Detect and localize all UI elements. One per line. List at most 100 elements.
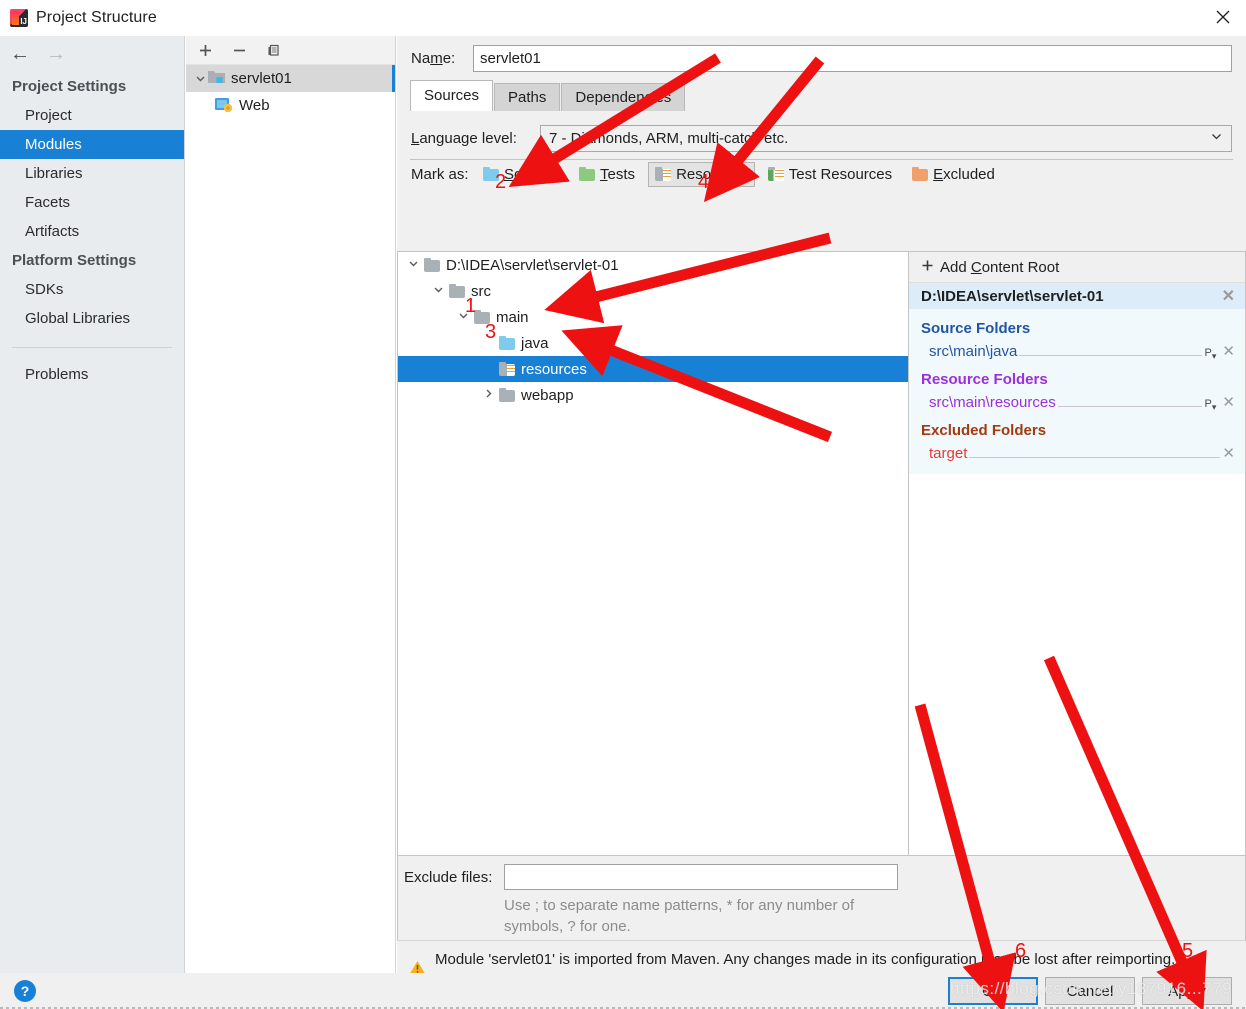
module-tree-row-servlet01[interactable]: servlet01 <box>186 65 395 92</box>
remove-module-icon[interactable] <box>232 43 247 58</box>
folder-resources-icon <box>499 362 515 376</box>
excluded-folder-row[interactable]: target ✕ <box>909 442 1245 464</box>
tree-row-label: main <box>496 308 529 326</box>
folder-orange-icon <box>912 167 929 181</box>
mark-as-resources-button[interactable]: Resources <box>648 161 755 187</box>
tree-row-label: resources <box>521 360 587 378</box>
folder-blue-icon <box>499 336 515 350</box>
module-name-label: Name: <box>411 49 456 67</box>
remove-excluded-folder-icon[interactable]: ✕ <box>1222 444 1235 462</box>
plus-icon <box>921 259 934 276</box>
ok-button[interactable]: OK <box>948 977 1038 1005</box>
tree-row-label: java <box>521 334 549 352</box>
chevron-down-icon[interactable] <box>427 284 449 298</box>
module-tree-label: servlet01 <box>231 70 292 87</box>
sidebar-group-project-settings: Project Settings <box>12 78 127 95</box>
sidebar-item-artifacts[interactable]: Artifacts <box>0 217 184 246</box>
sidebar-item-libraries[interactable]: Libraries <box>0 159 184 188</box>
sidebar-item-project[interactable]: Project <box>0 101 184 130</box>
mark-as-sources-button[interactable]: Sources <box>476 162 566 187</box>
tab-sources[interactable]: Sources <box>410 80 494 111</box>
mark-as-tests-button[interactable]: Tests <box>572 162 642 187</box>
forward-arrow-icon[interactable]: → <box>46 44 66 64</box>
sidebar-item-facets[interactable]: Facets <box>0 188 184 217</box>
exclude-files-input[interactable] <box>504 864 898 890</box>
folder-tree-panel[interactable]: D:\IDEA\servlet\servlet-01 src main java… <box>397 251 908 856</box>
tabs-underline <box>410 159 1233 160</box>
settings-sidebar: ← → Project Settings Project Modules Lib… <box>0 36 185 973</box>
tree-row-label: src <box>471 282 491 300</box>
chevron-right-icon[interactable] <box>477 388 499 402</box>
module-name-input[interactable] <box>473 44 1232 72</box>
twisty-placeholder <box>477 336 499 350</box>
tree-row-webapp[interactable]: webapp <box>398 382 908 408</box>
mark-as-label: Mark as: <box>411 165 469 183</box>
module-name-row: Name: <box>397 36 1246 80</box>
chevron-down-icon[interactable] <box>452 310 474 324</box>
resource-folder-row[interactable]: src\main\resources P▾ ✕ <box>909 391 1245 415</box>
package-prefix-icon[interactable]: P▾ <box>1204 347 1216 362</box>
row-filler <box>1057 396 1203 408</box>
module-editor-panel: Name: Sources Paths Dependencies Languag… <box>397 36 1246 996</box>
mark-as-excluded-button[interactable]: Excluded <box>905 162 1002 187</box>
sidebar-item-sdks[interactable]: SDKs <box>0 275 184 304</box>
tab-paths[interactable]: Paths <box>494 83 561 111</box>
dialog-buttons: OK Cancel Apply <box>948 977 1232 1005</box>
sidebar-group-platform-settings: Platform Settings <box>12 252 137 269</box>
exclude-files-section: Exclude files: Use ; to separate name pa… <box>397 856 1246 940</box>
editor-tabs: Sources Paths Dependencies <box>410 80 1233 111</box>
language-level-row: Language level: 7 - Diamonds, ARM, multi… <box>397 118 1246 158</box>
remove-source-folder-icon[interactable]: ✕ <box>1222 342 1235 360</box>
back-arrow-icon[interactable]: ← <box>10 44 30 64</box>
copy-module-icon[interactable] <box>266 43 281 58</box>
mark-as-row: Mark as: Sources Tests Resources Test Re… <box>397 158 1246 190</box>
remove-content-root-icon[interactable]: ✕ <box>1222 286 1235 306</box>
tree-row-src[interactable]: src <box>398 278 908 304</box>
module-folder-icon <box>208 69 225 88</box>
tree-row-main[interactable]: main <box>398 304 908 330</box>
excluded-folder-path: target <box>929 445 968 463</box>
close-icon[interactable] <box>1200 0 1246 34</box>
project-structure-dialog: Project Structure ← → Project Settings P… <box>0 0 1246 1009</box>
web-facet-icon <box>214 96 233 116</box>
content-root-body: Source Folders src\main\java P▾ ✕ Resour… <box>909 309 1245 475</box>
content-root-panel: Add Content Root D:\IDEA\servlet\servlet… <box>908 251 1246 856</box>
window-title: Project Structure <box>36 9 157 26</box>
chevron-down-icon[interactable] <box>402 258 424 272</box>
source-folder-row[interactable]: src\main\java P▾ ✕ <box>909 340 1245 364</box>
module-list-panel: servlet01 Web <box>186 36 396 973</box>
row-filler <box>969 447 1221 459</box>
mark-as-test-resources-button[interactable]: Test Resources <box>761 162 899 187</box>
remove-resource-folder-icon[interactable]: ✕ <box>1222 393 1235 411</box>
folder-gray-icon <box>449 284 465 298</box>
sidebar-item-global-libraries[interactable]: Global Libraries <box>0 304 184 333</box>
module-tree-row-web[interactable]: Web <box>186 92 395 119</box>
tree-row-content-root[interactable]: D:\IDEA\servlet\servlet-01 <box>398 252 908 278</box>
language-level-select[interactable]: 7 - Diamonds, ARM, multi-catch etc. <box>540 124 1232 152</box>
package-prefix-icon[interactable]: P▾ <box>1204 398 1216 413</box>
chevron-down-icon[interactable] <box>192 73 208 84</box>
add-content-root-button[interactable]: Add Content Root <box>909 252 1245 283</box>
resource-folders-heading: Resource Folders <box>921 371 1048 389</box>
mark-as-excluded-label: Excluded <box>933 165 995 183</box>
cancel-button[interactable]: Cancel <box>1045 977 1135 1005</box>
sidebar-item-modules[interactable]: Modules <box>0 130 184 159</box>
tree-row-java[interactable]: java <box>398 330 908 356</box>
sidebar-item-problems[interactable]: Problems <box>0 360 184 389</box>
excluded-folders-heading: Excluded Folders <box>921 422 1047 440</box>
add-module-icon[interactable] <box>198 43 213 58</box>
content-root-header: D:\IDEA\servlet\servlet-01 ✕ <box>909 283 1245 309</box>
tree-row-resources[interactable]: resources <box>398 356 908 382</box>
help-button[interactable]: ? <box>14 980 36 1002</box>
tab-dependencies[interactable]: Dependencies <box>561 83 686 111</box>
content-root-path: D:\IDEA\servlet\servlet-01 <box>921 287 1104 305</box>
dialog-footer: ? OK Cancel Apply <box>0 973 1246 1009</box>
folder-test-resources-icon <box>767 167 784 181</box>
row-filler <box>1019 345 1203 356</box>
exclude-files-hint: Use ; to separate name patterns, * for a… <box>504 897 855 935</box>
intellij-idea-logo-icon <box>10 9 28 27</box>
sidebar-divider <box>12 347 172 348</box>
source-folder-path: src\main\java <box>929 343 1018 360</box>
apply-button[interactable]: Apply <box>1142 977 1232 1005</box>
window-titlebar: Project Structure <box>0 0 1246 36</box>
